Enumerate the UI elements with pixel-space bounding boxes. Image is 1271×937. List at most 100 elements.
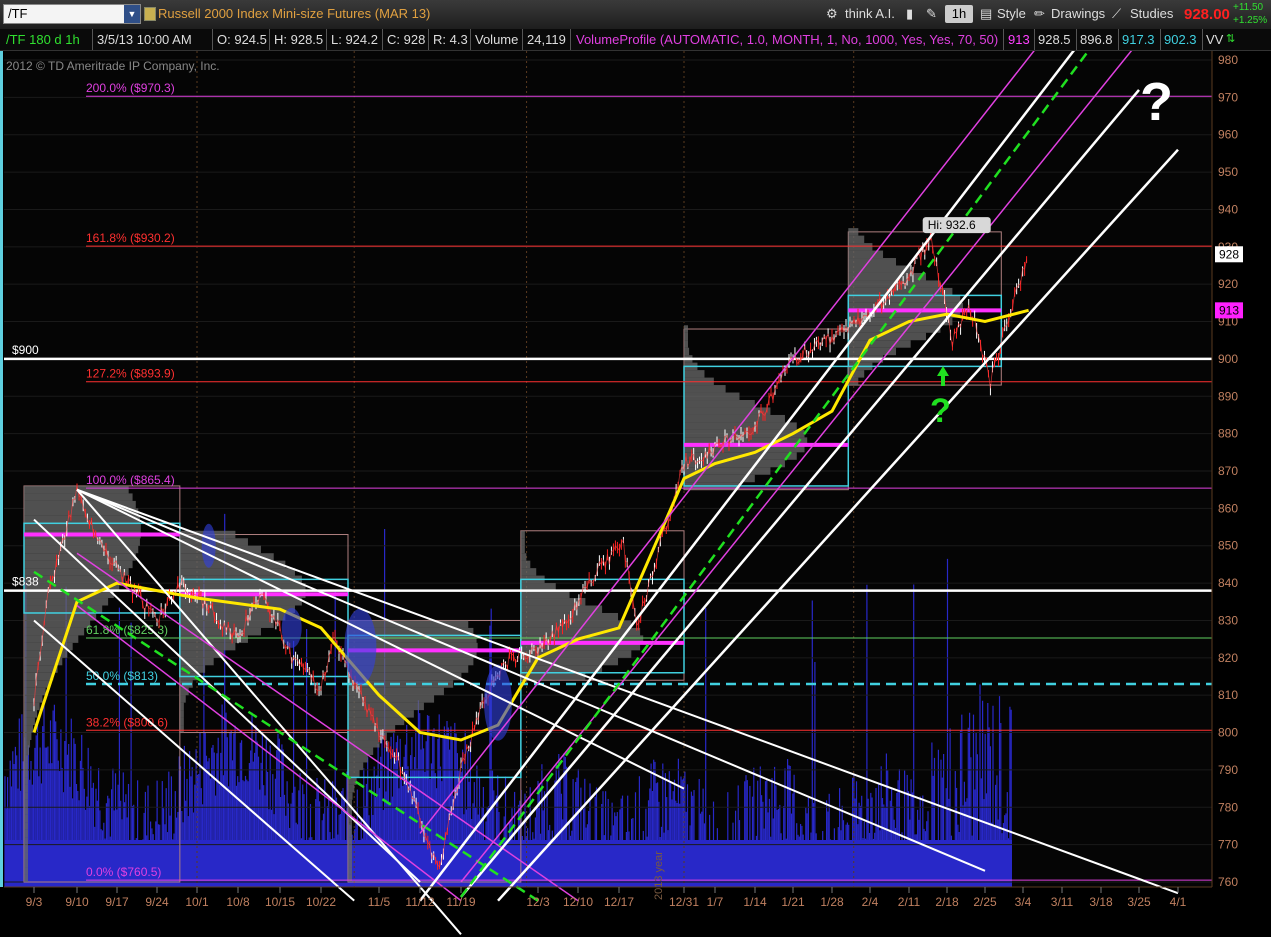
profile-bar [684, 325, 688, 333]
y-tick-label: 780 [1218, 800, 1238, 814]
info-symbol[interactable]: /TF 180 d 1h [6, 29, 80, 50]
symbol-selector[interactable]: /TF ▼ [3, 4, 141, 24]
profile-bar [848, 340, 911, 348]
fib-label: 0.0% ($760.5) [86, 865, 161, 879]
drawings-button[interactable]: Drawings [1051, 5, 1105, 23]
price-chart[interactable]: 200.0% ($970.3) 161.8% ($930.2) 127.2% ($8… [0, 51, 1271, 937]
x-tick-label: 3/18 [1089, 895, 1113, 909]
style-icon[interactable]: ▤ [980, 5, 992, 23]
expand-icon[interactable]: ⇅ [1226, 29, 1235, 50]
x-tick-label: 1/21 [781, 895, 805, 909]
y-tick-label: 970 [1218, 90, 1238, 104]
profile-bar [348, 769, 360, 778]
y-tick-label: 810 [1218, 688, 1238, 702]
profile-bar [348, 784, 355, 793]
profile-bar [24, 710, 38, 718]
price-marker-label: 913 [1219, 303, 1239, 317]
profile-bar [848, 235, 865, 244]
question-mark: ? [1140, 72, 1173, 132]
x-tick-label: 10/8 [226, 895, 250, 909]
y-tick-label: 820 [1218, 651, 1238, 665]
info-high: H: 928.5 [274, 32, 324, 47]
profile-bar [520, 545, 525, 554]
profile-bar [179, 710, 184, 718]
chevron-down-icon[interactable]: ▼ [124, 5, 140, 23]
profile-bar [348, 754, 368, 763]
fib-label: 100.0% ($865.4) [86, 473, 175, 487]
profile-bar [24, 575, 125, 584]
studies-button[interactable]: Studies [1130, 5, 1173, 23]
x-tick-label: 12/10 [563, 895, 593, 909]
profile-bar [24, 822, 28, 830]
pencil-icon[interactable]: ✏ [1034, 5, 1045, 23]
profile-bar [348, 695, 435, 703]
wrench-icon[interactable]: ✎ [926, 5, 937, 23]
x-tick-label: 2/18 [935, 895, 959, 909]
info-volume-label[interactable]: Volume [475, 29, 518, 50]
y-tick-label: 760 [1218, 875, 1238, 889]
profile-bar [24, 874, 28, 882]
think-ai-button[interactable]: think A.I. [845, 5, 895, 23]
info-vp-low: 896.8 [1080, 32, 1113, 47]
profile-bar [24, 799, 28, 808]
x-tick-label: 11/12 [405, 895, 434, 909]
support-label: $838 [12, 575, 39, 589]
profile-bar [520, 612, 619, 621]
profile-bar [24, 702, 40, 711]
profile-bar [24, 545, 139, 554]
profile-bar [179, 717, 184, 726]
x-tick-label: 9/3 [26, 895, 43, 909]
profile-bar [684, 347, 690, 356]
x-tick-label: 1/28 [820, 895, 844, 909]
profile-bar [24, 792, 28, 800]
x-tick-label: 2/11 [898, 895, 921, 909]
profile-bar [24, 814, 28, 823]
y-tick-label: 870 [1218, 464, 1238, 478]
info-vp-poc: 913 [1008, 32, 1030, 47]
profile-bar [684, 332, 688, 341]
profile-bar [179, 695, 186, 703]
x-tick-label: 4/1 [1170, 895, 1187, 909]
x-tick-label: 10/15 [265, 895, 295, 909]
profile-bar [348, 702, 424, 711]
profile-bar [848, 265, 911, 273]
x-tick-label: 9/10 [65, 895, 89, 909]
style-button[interactable]: Style [997, 5, 1026, 23]
info-bar: /TF 180 d 1h 3/5/13 10:00 AM O: 924.5 H:… [0, 29, 1271, 51]
profile-bar [848, 250, 884, 259]
info-open: O: 924.5 [217, 32, 267, 47]
profile-bar [520, 530, 525, 539]
think-ai-icon[interactable]: ⚙ [826, 5, 838, 23]
x-tick-label: 1/14 [743, 895, 767, 909]
y-tick-label: 830 [1218, 613, 1238, 627]
profile-bar [24, 493, 133, 501]
profile-bar [24, 844, 28, 853]
y-tick-label: 950 [1218, 165, 1238, 179]
info-datetime: 3/5/13 10:00 AM [97, 32, 192, 47]
x-tick-label: 3/4 [1015, 895, 1032, 909]
profile-bar [24, 777, 28, 785]
y-tick-label: 860 [1218, 501, 1238, 515]
interval-button[interactable]: 1h [945, 5, 973, 23]
info-vp-val: 902.3 [1164, 32, 1197, 47]
profile-bar [24, 598, 109, 606]
y-tick-label: 770 [1218, 838, 1238, 852]
profile-bar [520, 560, 531, 569]
bar-chart-icon[interactable]: ▮ [906, 5, 913, 23]
y-tick-label: 840 [1218, 576, 1238, 590]
y-tick-label: 960 [1218, 128, 1238, 142]
y-tick-label: 920 [1218, 277, 1238, 291]
info-close: C: 928 [387, 32, 426, 47]
profile-bar [848, 243, 873, 251]
profile-bar [848, 272, 926, 281]
studies-icon[interactable]: ⟋ [1112, 5, 1121, 23]
x-tick-label: 11/19 [446, 895, 475, 909]
net-change: +11.50 [1233, 2, 1264, 13]
profile-bar [24, 754, 28, 763]
info-low: L: 924.2 [331, 32, 378, 47]
profile-bar [179, 702, 184, 711]
profile-bar [520, 553, 527, 561]
info-study[interactable]: VolumeProfile (AUTOMATIC, 1.0, MONTH, 1,… [576, 29, 998, 50]
profile-bar [24, 672, 54, 681]
info-range: R: 4.3 [433, 32, 468, 47]
